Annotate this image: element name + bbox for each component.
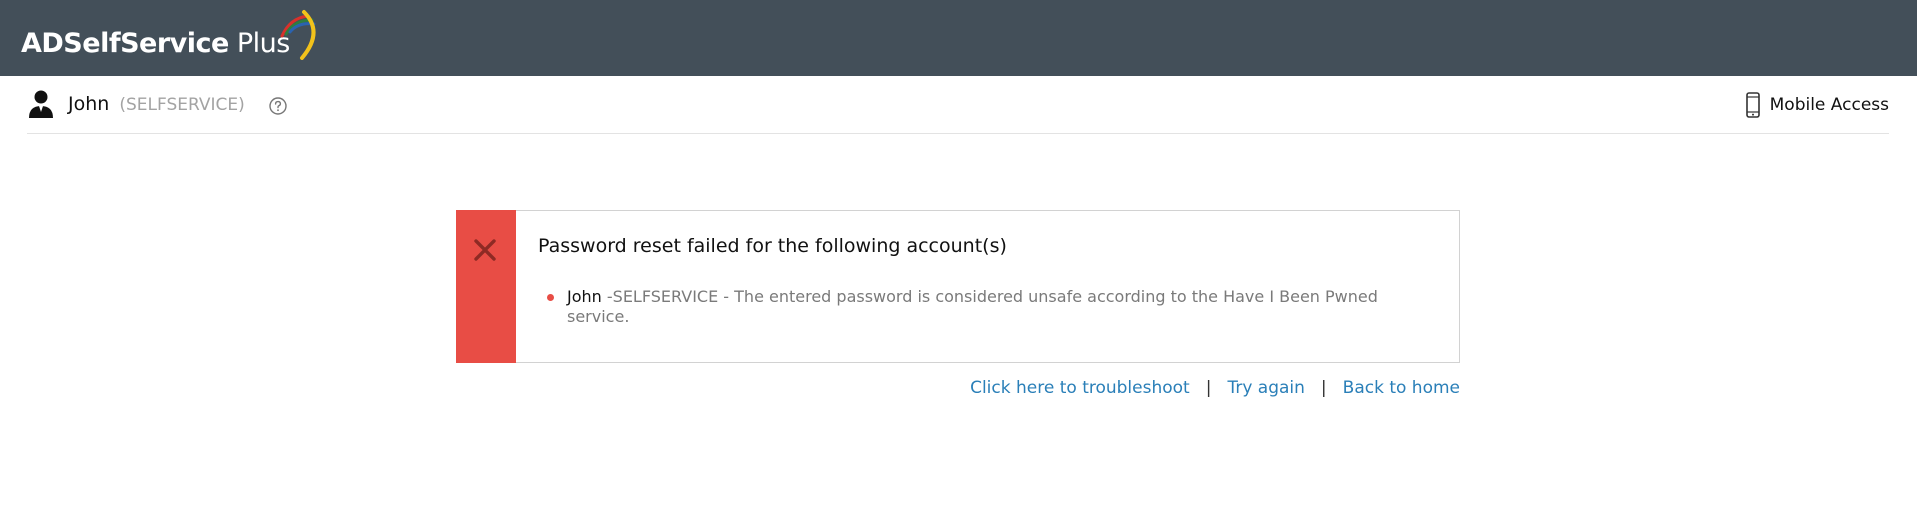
mobile-access-link[interactable]: Mobile Access bbox=[1745, 92, 1889, 118]
logo-swirl-icon bbox=[280, 10, 316, 60]
bullet-icon bbox=[547, 294, 554, 301]
error-item-user: John bbox=[567, 287, 602, 306]
error-list-item: John -SELFSERVICE - The entered password… bbox=[547, 287, 1427, 327]
user-display: John (SELFSERVICE) bbox=[68, 93, 245, 115]
troubleshoot-link[interactable]: Click here to troubleshoot bbox=[970, 378, 1190, 398]
error-item-message: -SELFSERVICE - The entered password is c… bbox=[567, 287, 1378, 326]
user-domain: (SELFSERVICE) bbox=[119, 95, 245, 115]
link-separator: | bbox=[1320, 378, 1327, 398]
error-item-text: John -SELFSERVICE - The entered password… bbox=[567, 287, 1427, 327]
close-icon bbox=[474, 239, 496, 261]
help-circle-icon[interactable] bbox=[269, 97, 287, 115]
error-alert-title: Password reset failed for the following … bbox=[538, 235, 1007, 257]
error-alert-box: Password reset failed for the following … bbox=[456, 210, 1460, 363]
action-links: Click here to troubleshoot | Try again |… bbox=[970, 378, 1460, 398]
user-name: John bbox=[68, 93, 110, 115]
error-alert-side-panel bbox=[456, 210, 516, 363]
back-to-home-link[interactable]: Back to home bbox=[1343, 378, 1460, 398]
user-info-bar: John (SELFSERVICE) Mobile Access bbox=[27, 76, 1889, 134]
mobile-access-label: Mobile Access bbox=[1769, 95, 1889, 115]
user-avatar-icon bbox=[29, 90, 53, 118]
logo-text-bold: ADSelfService bbox=[21, 28, 229, 59]
try-again-link[interactable]: Try again bbox=[1227, 378, 1304, 398]
mobile-phone-icon bbox=[1745, 92, 1760, 118]
top-header-bar: ADSelfService Plus bbox=[0, 0, 1917, 76]
link-separator: | bbox=[1205, 378, 1212, 398]
